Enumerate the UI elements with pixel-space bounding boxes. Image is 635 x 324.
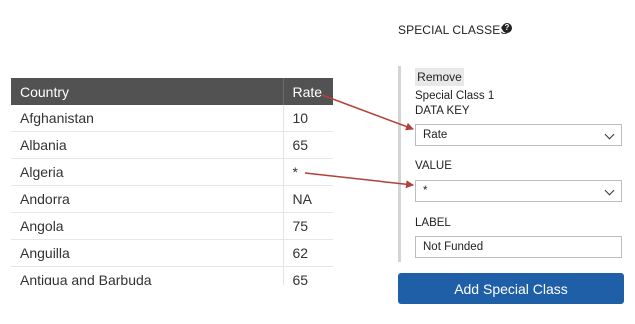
table-row: Afghanistan 10 [11, 105, 333, 132]
rate-cell: 62 [282, 239, 333, 267]
country-cell: Antigua and Barbuda [11, 266, 283, 285]
country-rate-table: Country Rate Afghanistan 10 Albania 65 A… [11, 78, 333, 285]
value-select-value: * [423, 185, 428, 197]
question-circle-icon[interactable]: ? [502, 23, 512, 33]
rate-cell: NA [282, 185, 333, 213]
data-key-label: DATA KEY [415, 105, 470, 117]
rate-cell: 75 [282, 212, 333, 240]
value-select[interactable]: * [415, 180, 622, 202]
special-class-divider [398, 66, 401, 262]
country-cell: Albania [11, 131, 283, 159]
country-cell: Angola [11, 212, 283, 240]
country-cell: Anguilla [11, 239, 283, 267]
table-header-row: Country Rate [11, 78, 333, 105]
data-key-select[interactable]: Rate [415, 124, 622, 146]
rate-cell: 65 [282, 266, 333, 285]
value-label: VALUE [415, 160, 452, 172]
special-classes-title: SPECIAL CLASSES [398, 23, 509, 37]
label-input-value: Not Funded [423, 241, 484, 253]
chevron-down-icon [604, 129, 615, 140]
rate-cell: 10 [282, 105, 333, 132]
country-cell: Andorra [11, 185, 283, 213]
chevron-down-icon [604, 185, 615, 196]
table-row: Angola 75 [11, 212, 333, 240]
table-row: Albania 65 [11, 131, 333, 159]
data-key-select-value: Rate [423, 129, 448, 141]
column-header-rate[interactable]: Rate [282, 78, 333, 105]
country-cell: Algeria [11, 158, 283, 186]
table-row: Algeria * [11, 158, 333, 186]
special-class-name: Special Class 1 [415, 90, 495, 102]
label-label: LABEL [415, 217, 451, 229]
remove-button[interactable]: Remove [415, 68, 464, 86]
label-input[interactable]: Not Funded [415, 236, 622, 258]
rate-cell: 65 [282, 131, 333, 159]
rate-cell: * [282, 158, 333, 186]
column-header-country[interactable]: Country [11, 78, 283, 105]
table-row: Antigua and Barbuda 65 [11, 266, 333, 285]
country-cell: Afghanistan [11, 105, 283, 132]
table-row: Anguilla 62 [11, 239, 333, 267]
table-row: Andorra NA [11, 185, 333, 213]
add-special-class-button[interactable]: Add Special Class [398, 273, 624, 304]
